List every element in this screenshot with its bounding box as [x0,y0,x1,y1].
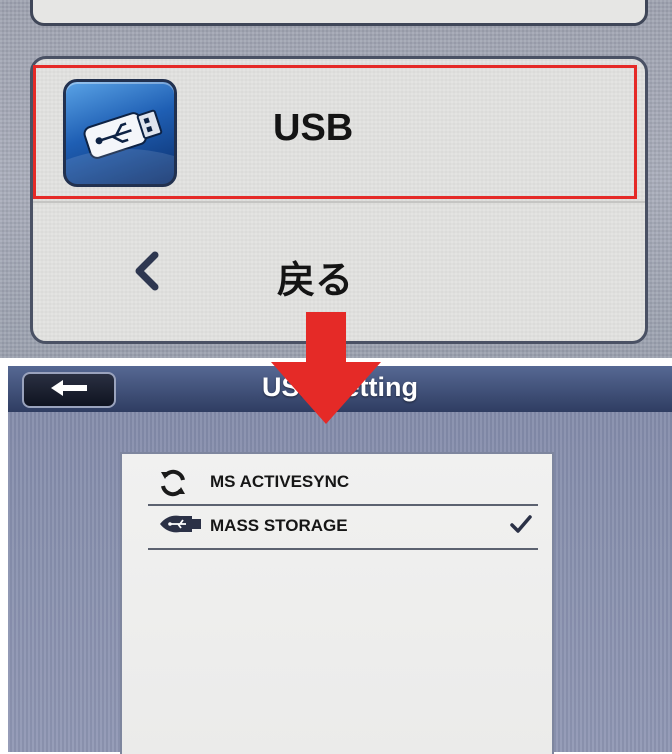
usb-mode-list: MS ACTIVESYNC MASS STORAGE [120,452,554,754]
menu-item-usb-label: USB [273,107,354,149]
menu-item-back-label: 戻る [277,260,354,302]
transition-arrow-icon [266,312,386,429]
menu-item-usb[interactable]: USB [33,63,645,201]
option-mass-storage[interactable]: MASS STORAGE [148,504,538,550]
usb-icon [158,512,202,541]
option-label: MS ACTIVESYNC [210,472,350,491]
option-ms-activesync[interactable]: MS ACTIVESYNC [148,460,538,506]
previous-menu-item[interactable] [30,0,648,26]
checkmark-icon [510,514,532,539]
usb-icon [63,79,177,187]
device-menu-list: USB 戻る [30,56,648,344]
device-menu-photo: USB 戻る [0,0,672,358]
option-label: MASS STORAGE [210,516,348,535]
sync-icon [158,468,188,503]
chevron-left-icon [133,251,161,296]
